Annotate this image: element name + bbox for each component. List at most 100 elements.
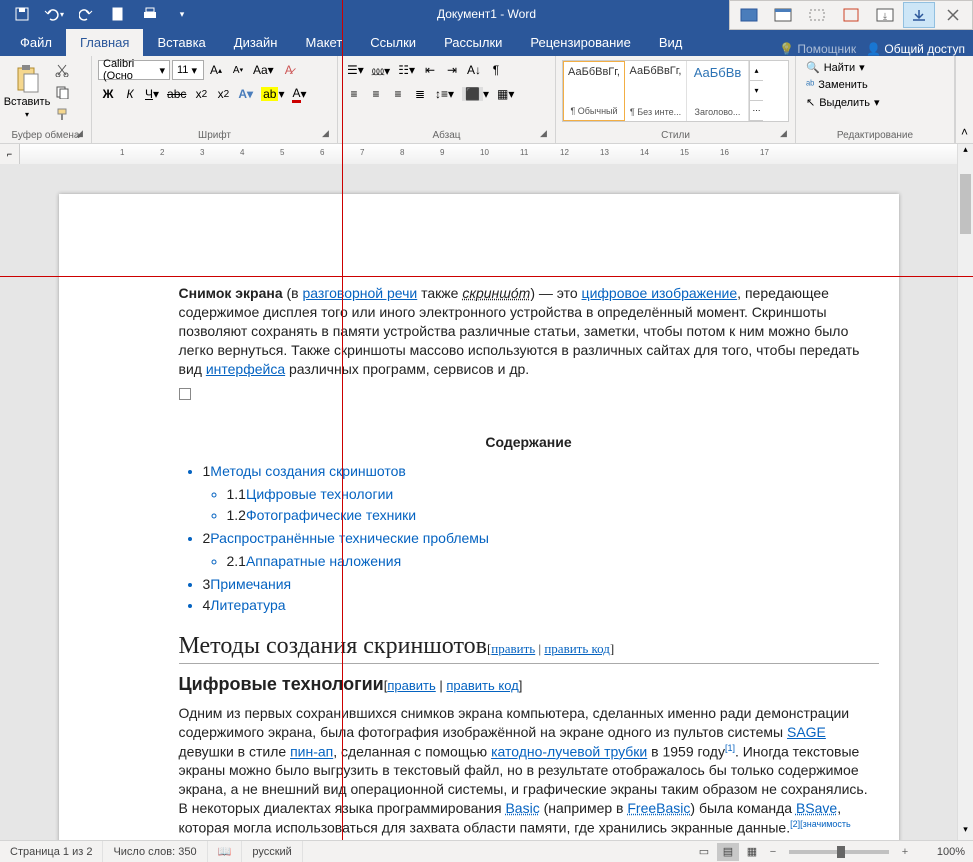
text-effects-button[interactable]: A▾ (235, 84, 256, 104)
copy-button[interactable] (52, 82, 72, 102)
tab-review[interactable]: Рецензирование (516, 29, 644, 56)
tab-design[interactable]: Дизайн (220, 29, 292, 56)
tell-me[interactable]: 💡 Помощник (779, 42, 856, 56)
undo-button[interactable]: ▾ (40, 2, 68, 26)
multilevel-button[interactable]: ☷▾ (395, 60, 418, 80)
zoom-level[interactable]: 100% (915, 846, 965, 858)
tab-mailings[interactable]: Рассылки (430, 29, 516, 56)
styles-gallery-more[interactable]: ▴▾⋯ (749, 61, 763, 121)
status-wordcount[interactable]: Число слов: 350 (103, 841, 207, 862)
link-pinup[interactable]: пин-ап (290, 744, 333, 760)
tab-file[interactable]: Файл (0, 29, 66, 56)
paragraph-dialog-launcher[interactable]: ◢ (540, 128, 552, 140)
underline-button[interactable]: Ч▾ (142, 84, 162, 104)
zoom-slider[interactable] (789, 850, 889, 854)
find-button[interactable]: 🔍Найти ▾ (802, 60, 948, 75)
freeform-snip-btn[interactable] (835, 2, 867, 28)
link-editcode-h2[interactable]: править код (544, 641, 610, 656)
align-right-button[interactable]: ≡ (388, 84, 408, 104)
view-print-button[interactable]: ▤ (717, 843, 739, 861)
save-button[interactable] (8, 2, 36, 26)
toc-subitem[interactable]: 2.1Аппаратные наложения (227, 552, 879, 571)
font-color-button[interactable]: A▾ (289, 84, 309, 104)
subscript-button[interactable]: x2 (191, 84, 211, 104)
select-button[interactable]: ↖Выделить ▾ (802, 95, 948, 110)
decrease-indent-button[interactable]: ⇤ (420, 60, 440, 80)
document-body[interactable]: Снимок экрана (в разговорной речи также … (179, 284, 879, 840)
toc-toggle-checkbox[interactable] (179, 388, 191, 400)
sort-button[interactable]: A↓ (464, 60, 484, 80)
close-snip-btn[interactable] (937, 2, 969, 28)
format-painter-button[interactable] (52, 104, 72, 124)
replace-button[interactable]: ᵃᵇЗаменить (802, 78, 948, 92)
highlight-button[interactable]: ab▾ (258, 84, 287, 104)
paste-button[interactable]: Вставить ▾ (6, 60, 48, 122)
increase-indent-button[interactable]: ⇥ (442, 60, 462, 80)
window-snip-btn[interactable] (767, 2, 799, 28)
clear-format-button[interactable]: A̷ (279, 60, 299, 80)
font-name-combo[interactable]: Calibri (Осно ▾ (98, 60, 170, 80)
tab-home[interactable]: Главная (66, 29, 143, 56)
region-snip-btn[interactable] (801, 2, 833, 28)
scroll-down-button[interactable]: ▾ (958, 824, 973, 840)
horizontal-ruler[interactable]: 1234567891011121314151617 (20, 144, 957, 164)
clipboard-dialog-launcher[interactable]: ◢ (76, 128, 88, 140)
link-interface[interactable]: интерфейса (206, 361, 285, 377)
change-case-button[interactable]: Aa▾ (250, 60, 277, 80)
new-doc-button[interactable] (104, 2, 132, 26)
style-heading1[interactable]: АаБбВв Заголово... (687, 61, 749, 121)
link-edit-h3[interactable]: править (387, 678, 435, 693)
scroll-snip-btn[interactable]: ⤓ (869, 2, 901, 28)
strikethrough-button[interactable]: abc (164, 84, 189, 104)
status-page[interactable]: Страница 1 из 2 (0, 841, 103, 862)
status-proofing[interactable]: 📖 (208, 841, 243, 862)
shading-button[interactable]: ⬛▾ (459, 84, 492, 104)
superscript-button[interactable]: x2 (213, 84, 233, 104)
tab-insert[interactable]: Вставка (143, 29, 219, 56)
tab-references[interactable]: Ссылки (356, 29, 430, 56)
document-area[interactable]: Снимок экрана (в разговорной речи также … (0, 164, 957, 840)
italic-button[interactable]: К (120, 84, 140, 104)
justify-button[interactable]: ≣ (410, 84, 430, 104)
link-bsave[interactable]: BSave (796, 800, 837, 816)
link-sage[interactable]: SAGE (787, 724, 826, 740)
link-digital-image[interactable]: цифровое изображение (582, 285, 738, 301)
toc-item[interactable]: 3Примечания (203, 575, 879, 594)
link-freebasic[interactable]: FreeBasic (627, 800, 690, 816)
toc-item[interactable]: 2Распространённые технические проблемы (203, 529, 879, 548)
zoom-out-button[interactable]: − (765, 846, 781, 858)
scroll-up-button[interactable]: ▴ (958, 144, 973, 160)
redo-button[interactable] (72, 2, 100, 26)
collapse-ribbon-button[interactable]: ˄ (955, 56, 973, 143)
bold-button[interactable]: Ж (98, 84, 118, 104)
show-marks-button[interactable]: ¶ (486, 60, 506, 80)
vertical-scrollbar[interactable]: ▴ ▾ (957, 144, 973, 840)
toc-subitem[interactable]: 1.2Фотографические техники (227, 506, 879, 525)
font-dialog-launcher[interactable]: ◢ (322, 128, 334, 140)
style-nospacing[interactable]: АаБбВвГг, ¶ Без инте... (625, 61, 687, 121)
borders-button[interactable]: ▦▾ (494, 84, 517, 104)
quick-print-button[interactable] (136, 2, 164, 26)
tab-selector[interactable]: ⌐ (0, 144, 20, 164)
link-edit-h2[interactable]: править (491, 641, 535, 656)
view-web-button[interactable]: ▦ (741, 843, 763, 861)
link-crt[interactable]: катодно-лучевой трубки (491, 744, 647, 760)
toc-subitem[interactable]: 1.1Цифровые технологии (227, 485, 879, 504)
align-center-button[interactable]: ≡ (366, 84, 386, 104)
tab-view[interactable]: Вид (645, 29, 697, 56)
link-basic[interactable]: Basic (505, 800, 539, 816)
tab-layout[interactable]: Макет (291, 29, 356, 56)
styles-dialog-launcher[interactable]: ◢ (780, 128, 792, 140)
zoom-in-button[interactable]: + (897, 846, 913, 858)
align-left-button[interactable]: ≡ (344, 84, 364, 104)
link-colloquial[interactable]: разговорной речи (303, 285, 418, 301)
link-editcode-h3[interactable]: править код (446, 678, 518, 693)
numbering-button[interactable]: ⅏▾ (369, 60, 393, 80)
zoom-thumb[interactable] (837, 846, 845, 858)
toc-item[interactable]: 4Литература (203, 596, 879, 615)
bullets-button[interactable]: ☰▾ (344, 60, 367, 80)
share-button[interactable]: 👤 Общий доступ (866, 42, 965, 56)
grow-font-button[interactable]: A▴ (206, 60, 226, 80)
style-normal[interactable]: АаБбВвГг, ¶ Обычный (563, 61, 625, 121)
scroll-thumb[interactable] (960, 174, 971, 234)
